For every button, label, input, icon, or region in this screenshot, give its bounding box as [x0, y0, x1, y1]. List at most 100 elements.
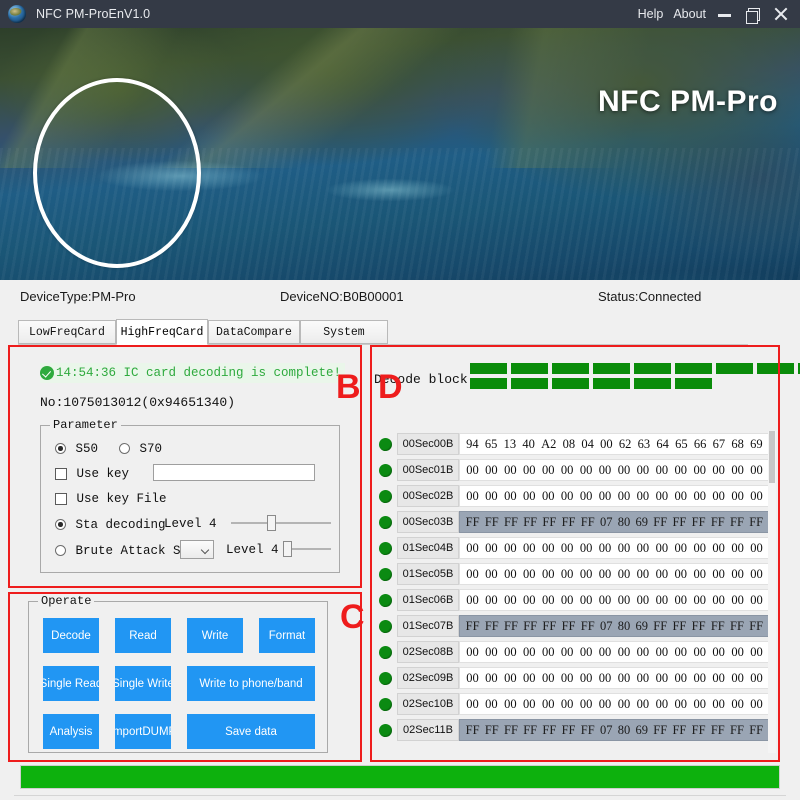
- hex-byte: 00: [675, 697, 688, 712]
- hex-byte: A2: [541, 437, 556, 452]
- hex-byte-cells: 94651340A20804006263646566676869: [459, 433, 770, 455]
- table-row[interactable]: 00Sec01B00000000000000000000000000000000: [374, 457, 770, 483]
- hex-byte: 00: [750, 567, 763, 582]
- single-write-button[interactable]: Single Write: [115, 666, 171, 701]
- close-icon[interactable]: [772, 5, 790, 23]
- hex-byte: 00: [599, 593, 612, 608]
- hex-byte: 00: [618, 567, 631, 582]
- hex-byte: 00: [580, 463, 593, 478]
- table-row[interactable]: 02Sec11BFFFFFFFFFFFFFF078069FFFFFFFFFFFF: [374, 717, 770, 743]
- hex-byte: 00: [675, 645, 688, 660]
- single-read-button[interactable]: Single Read: [43, 666, 99, 701]
- hex-byte: 00: [618, 671, 631, 686]
- maximize-icon[interactable]: [744, 5, 762, 23]
- hex-byte: 62: [619, 437, 632, 452]
- hex-byte: 00: [504, 463, 517, 478]
- menu-help[interactable]: Help: [638, 7, 664, 21]
- block-label: 02Sec11B: [397, 719, 459, 741]
- table-row[interactable]: 01Sec07BFFFFFFFFFFFFFF078069FFFFFFFFFFFF: [374, 613, 770, 639]
- hex-table-scrollbar-thumb[interactable]: [769, 431, 775, 483]
- hex-byte: 00: [731, 489, 744, 504]
- hex-table-scrollbar[interactable]: [768, 431, 776, 753]
- hex-byte: 00: [656, 697, 669, 712]
- brute-slider-thumb[interactable]: [283, 541, 292, 557]
- hex-byte: 00: [542, 645, 555, 660]
- sta-decoding-level-slider[interactable]: [231, 515, 331, 531]
- hex-byte: 00: [485, 489, 498, 504]
- checkbox-use-key-file[interactable]: Use key File: [55, 490, 166, 508]
- key-input[interactable]: [153, 464, 315, 481]
- brute-attack-sector-select[interactable]: [180, 540, 214, 559]
- hex-byte: 40: [522, 437, 535, 452]
- hex-byte: 00: [637, 697, 650, 712]
- write-button[interactable]: Write: [187, 618, 243, 653]
- hex-byte: 68: [731, 437, 744, 452]
- table-row[interactable]: 01Sec04B00000000000000000000000000000000: [374, 535, 770, 561]
- chevron-down-icon: [201, 546, 209, 554]
- table-row[interactable]: 02Sec09B00000000000000000000000000000000: [374, 665, 770, 691]
- tab-lowfreqcard[interactable]: LowFreqCard: [18, 320, 116, 344]
- save-data-button[interactable]: Save data: [187, 714, 315, 749]
- hex-byte: 00: [485, 697, 498, 712]
- checkbox-use-key[interactable]: Use key: [55, 465, 129, 483]
- status-message-text: 14:54:36 IC card decoding is complete!: [56, 366, 341, 380]
- check-circle-icon: [40, 366, 54, 380]
- status-message: 14:54:36 IC card decoding is complete!: [40, 363, 345, 383]
- banner-oval-highlight: [33, 78, 201, 268]
- hex-byte: 00: [466, 463, 479, 478]
- radio-s70[interactable]: S70: [119, 440, 162, 458]
- status-led-icon: [379, 568, 392, 581]
- status-led-icon: [379, 698, 392, 711]
- hex-byte: 00: [675, 489, 688, 504]
- hex-byte-cells: 00000000000000000000000000000000: [459, 485, 770, 507]
- minimize-icon[interactable]: [716, 5, 734, 23]
- decode-button[interactable]: Decode: [43, 618, 99, 653]
- hex-byte: 00: [561, 593, 574, 608]
- table-row[interactable]: 00Sec02B00000000000000000000000000000000: [374, 483, 770, 509]
- hex-byte: FF: [504, 723, 518, 738]
- write-to-phone-band-button[interactable]: Write to phone/band: [187, 666, 315, 701]
- read-button[interactable]: Read: [115, 618, 171, 653]
- checkbox-use-key-file-label: Use key File: [76, 492, 166, 506]
- table-row[interactable]: 00Sec00B94651340A20804006263646566676869: [374, 431, 770, 457]
- tab-bar: LowFreqCard HighFreqCard DataCompare Sys…: [18, 320, 748, 344]
- hex-data-table[interactable]: 00Sec00B94651340A20804006263646566676869…: [374, 431, 770, 753]
- hex-byte: 00: [675, 463, 688, 478]
- block-label: 00Sec02B: [397, 485, 459, 507]
- hex-byte: 00: [523, 489, 536, 504]
- import-dump-button[interactable]: ImportDUMP: [115, 714, 171, 749]
- tab-datacompare[interactable]: DataCompare: [208, 320, 300, 344]
- block-label: 00Sec03B: [397, 511, 459, 533]
- hex-byte: 00: [750, 463, 763, 478]
- table-row[interactable]: 02Sec08B00000000000000000000000000000000: [374, 639, 770, 665]
- progress-bar: [20, 765, 780, 789]
- hex-byte: 00: [693, 541, 706, 556]
- table-row[interactable]: 01Sec05B00000000000000000000000000000000: [374, 561, 770, 587]
- analysis-button[interactable]: Analysis: [43, 714, 99, 749]
- table-row[interactable]: 00Sec03BFFFFFFFFFFFFFF078069FFFFFFFFFFFF: [374, 509, 770, 535]
- hex-byte-cells: 00000000000000000000000000000000: [459, 693, 770, 715]
- table-row[interactable]: 02Sec10B00000000000000000000000000000000: [374, 691, 770, 717]
- hex-byte: 00: [504, 645, 517, 660]
- radio-s50[interactable]: S50: [55, 440, 98, 458]
- decode-block-row-1: [470, 363, 770, 374]
- radio-brute-attack[interactable]: Brute Attack Sec: [55, 542, 195, 560]
- format-button[interactable]: Format: [259, 618, 315, 653]
- tab-system[interactable]: System: [300, 320, 388, 344]
- decode-panel: Decode block 00Sec00B94651340A2080400626…: [374, 349, 776, 758]
- radio-sta-decoding[interactable]: Sta decoding: [55, 516, 165, 534]
- sta-slider-thumb[interactable]: [267, 515, 276, 531]
- hex-byte-cells: 00000000000000000000000000000000: [459, 563, 770, 585]
- table-row[interactable]: 01Sec06B00000000000000000000000000000000: [374, 587, 770, 613]
- tab-highfreqcard[interactable]: HighFreqCard: [116, 319, 208, 345]
- hex-byte: 00: [580, 593, 593, 608]
- hex-byte: FF: [581, 515, 595, 530]
- radio-s70-label: S70: [139, 442, 162, 456]
- hex-byte-cells: 00000000000000000000000000000000: [459, 537, 770, 559]
- hex-byte: 00: [485, 645, 498, 660]
- hex-byte: 00: [485, 541, 498, 556]
- menu-about[interactable]: About: [673, 7, 706, 21]
- brute-attack-level-slider[interactable]: [283, 541, 331, 557]
- hex-byte: 00: [618, 541, 631, 556]
- hex-byte: FF: [581, 723, 595, 738]
